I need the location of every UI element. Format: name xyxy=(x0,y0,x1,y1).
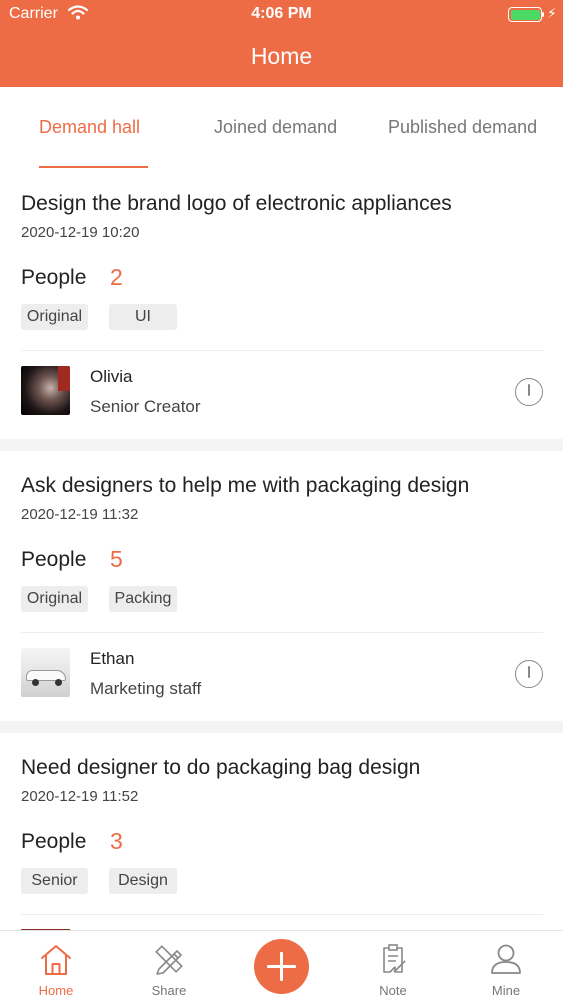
people-count: 5 xyxy=(110,546,123,572)
tabbar-item-home[interactable]: Home xyxy=(16,931,96,1000)
demand-card[interactable]: Design the brand logo of electronic appl… xyxy=(0,169,563,439)
divider xyxy=(21,350,543,351)
demand-title: Need designer to do packaging bag design xyxy=(21,756,421,779)
user-role: Marketing staff xyxy=(90,679,202,698)
tabbar-label: Mine xyxy=(491,983,521,998)
segment-tabs: Demand hall Joined demand Published dema… xyxy=(0,87,563,169)
tabbar-label: Note xyxy=(379,983,407,998)
tab-published-demand[interactable]: Published demand xyxy=(388,117,537,138)
avatar[interactable] xyxy=(21,366,70,415)
people-label: People xyxy=(21,830,87,853)
demand-datetime: 2020-12-19 11:32 xyxy=(21,506,139,523)
card-separator xyxy=(0,721,563,733)
status-bar: Carrier 4:06 PM ⚡ xyxy=(0,0,563,30)
charging-bolt-icon: ⚡ xyxy=(547,5,557,21)
tag: Senior xyxy=(21,868,88,894)
user-name: Olivia xyxy=(90,367,133,386)
avatar[interactable] xyxy=(21,648,70,697)
tag: Original xyxy=(21,586,88,612)
demand-datetime: 2020-12-19 10:20 xyxy=(21,224,140,241)
tag: Design xyxy=(109,868,177,894)
demand-title: Ask designers to help me with packaging … xyxy=(21,474,470,497)
battery-icon xyxy=(508,7,542,22)
info-icon[interactable] xyxy=(515,660,543,688)
tab-demand-hall[interactable]: Demand hall xyxy=(39,117,140,138)
user-name: Ethan xyxy=(90,649,135,668)
pencil-ruler-icon xyxy=(155,945,183,975)
tag: UI xyxy=(109,304,177,330)
add-button[interactable] xyxy=(254,939,309,994)
tabbar-item-note[interactable]: Note xyxy=(353,931,433,1000)
people-label: People xyxy=(21,266,87,289)
clock: 4:06 PM xyxy=(251,5,312,22)
tag: Original xyxy=(21,304,88,330)
active-tab-indicator xyxy=(39,166,148,168)
divider xyxy=(21,914,543,915)
demand-card[interactable]: Ask designers to help me with packaging … xyxy=(0,451,563,721)
people-count: 3 xyxy=(110,828,123,854)
bottom-tab-bar: Home Share Note Mine xyxy=(0,930,563,1000)
tabbar-label: Share xyxy=(151,983,187,998)
demand-datetime: 2020-12-19 11:52 xyxy=(21,788,139,805)
tab-joined-demand[interactable]: Joined demand xyxy=(214,117,337,138)
user-role: Senior Creator xyxy=(90,397,201,416)
card-separator xyxy=(0,439,563,451)
home-icon xyxy=(41,945,71,975)
app-header: Carrier 4:06 PM ⚡ Home xyxy=(0,0,563,87)
tabbar-item-share[interactable]: Share xyxy=(129,931,209,1000)
clipboard-icon xyxy=(383,944,406,973)
demand-title: Design the brand logo of electronic appl… xyxy=(21,192,452,215)
tag: Packing xyxy=(109,586,177,612)
battery-cap xyxy=(542,12,544,17)
demand-card[interactable]: Need designer to do packaging bag design… xyxy=(0,733,563,930)
info-icon[interactable] xyxy=(515,378,543,406)
tabbar-item-mine[interactable]: Mine xyxy=(466,931,546,1000)
page-title: Home xyxy=(250,43,313,69)
user-icon xyxy=(491,944,521,974)
people-count: 2 xyxy=(110,264,123,290)
tabbar-label: Home xyxy=(38,983,74,998)
divider xyxy=(21,632,543,633)
people-label: People xyxy=(21,548,87,571)
